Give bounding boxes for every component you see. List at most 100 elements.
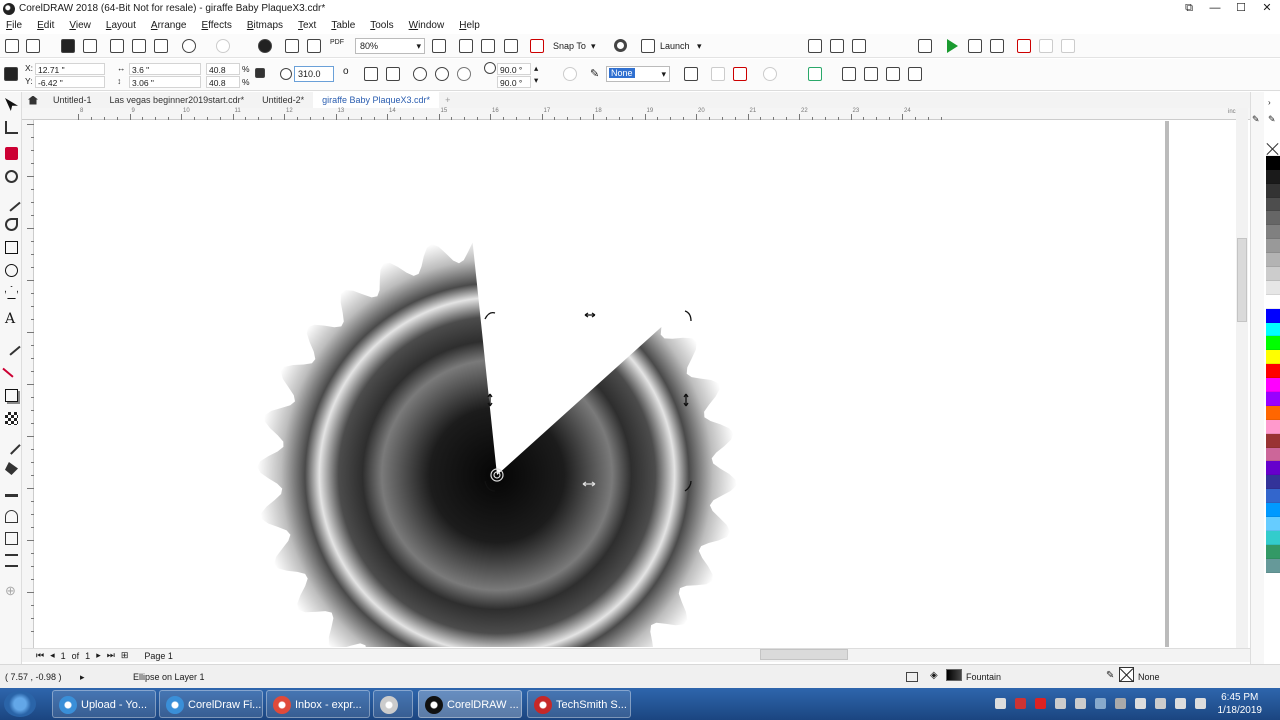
to-back-icon[interactable] (733, 67, 747, 81)
no-color-swatch[interactable] (1266, 142, 1280, 156)
polygon-tool-icon[interactable] (5, 286, 18, 299)
vertical-scrollbar[interactable] (1236, 108, 1248, 648)
taskbar-item-inbox[interactable]: Inbox - expr... (266, 690, 370, 718)
outline-width-select[interactable]: None ▾ (606, 66, 670, 82)
ellipse-icon[interactable] (413, 67, 427, 81)
palette-swatch[interactable] (1266, 294, 1280, 309)
search-content-icon[interactable] (258, 39, 272, 53)
bluetooth-icon[interactable] (1095, 698, 1106, 709)
palette-swatch[interactable] (1266, 183, 1280, 198)
add-tab-icon[interactable]: + (439, 95, 456, 105)
show-rulers-icon[interactable] (459, 39, 473, 53)
full-screen-icon[interactable] (432, 39, 446, 53)
parallel-dimension-icon[interactable] (2, 337, 21, 356)
cut-icon[interactable] (110, 39, 124, 53)
scale-height-field[interactable]: 40.8 (206, 76, 240, 88)
add-page-icon[interactable]: ⊞ (121, 650, 129, 661)
palette-swatch[interactable] (1266, 197, 1280, 212)
application-launcher-icon[interactable] (641, 39, 655, 53)
ellipse-tool-icon[interactable] (5, 264, 18, 277)
tray-icon[interactable] (1155, 698, 1166, 709)
skew-handle-top[interactable] (584, 312, 596, 318)
undo-icon[interactable] (182, 39, 196, 53)
convert-to-curves-icon[interactable] (808, 67, 822, 81)
width-field[interactable]: 3.6 " (129, 63, 201, 75)
text-tool-icon[interactable]: A (5, 312, 18, 326)
prev-page-icon[interactable]: ◂ (50, 650, 55, 661)
palette-swatch[interactable] (1266, 211, 1280, 226)
rectangle-tool-icon[interactable] (5, 241, 18, 254)
palette-tools-icon[interactable]: ✎ (1268, 114, 1276, 125)
menu-text[interactable]: Text (298, 20, 316, 31)
weld-icon[interactable] (842, 67, 856, 81)
fill-bucket-icon[interactable]: ◈ (930, 670, 938, 681)
menu-edit[interactable]: Edit (37, 20, 54, 31)
tray-icon[interactable] (1195, 698, 1206, 709)
drawing-canvas[interactable] (35, 121, 1248, 647)
fill-icon[interactable] (5, 532, 18, 545)
rotate-handle-top-left[interactable] (484, 311, 496, 320)
menu-arrange[interactable]: Arrange (151, 20, 187, 31)
wrap-text-icon[interactable] (684, 67, 698, 81)
tray-app-icon[interactable] (1015, 698, 1026, 709)
outline-pen-icon[interactable]: ✎ (1106, 670, 1114, 681)
eyedropper-icon[interactable] (2, 436, 21, 455)
drop-shadow-icon[interactable] (5, 389, 18, 402)
close-button[interactable]: ✕ (1254, 0, 1280, 17)
palette-swatch[interactable] (1266, 558, 1280, 573)
zoom-level-select[interactable]: 80% ▾ (355, 38, 425, 54)
taskbar-item-upload[interactable]: Upload - Yo... (52, 690, 156, 718)
tab-untitled-2[interactable]: Untitled-2* (253, 92, 313, 108)
menu-view[interactable]: View (69, 20, 91, 31)
palette-swatch[interactable] (1266, 280, 1280, 295)
scale-width-field[interactable]: 40.8 (206, 63, 240, 75)
status-expand-icon[interactable]: ▸ (80, 672, 85, 683)
rotate-handle-top-right[interactable] (684, 310, 692, 322)
pause-icon[interactable] (1039, 39, 1053, 53)
palette-swatch[interactable] (1266, 475, 1280, 490)
export-icon[interactable] (307, 39, 321, 53)
scalloped-plaque-shape[interactable] (257, 242, 737, 648)
alignment-guides-icon[interactable] (530, 39, 544, 53)
arc-icon[interactable] (457, 67, 471, 81)
palette-swatch[interactable] (1266, 225, 1280, 240)
simplify-icon[interactable] (908, 67, 922, 81)
restore-layout-icon[interactable]: ⧉ (1176, 0, 1202, 17)
palette-swatch[interactable] (1266, 489, 1280, 504)
palette-swatch[interactable] (1266, 447, 1280, 462)
macro-editor-icon[interactable] (990, 39, 1004, 53)
spin-up-icon[interactable]: ▴ (534, 63, 538, 74)
menu-file[interactable]: File (6, 20, 22, 31)
palette-swatch[interactable] (1266, 336, 1280, 351)
print-icon[interactable] (83, 39, 97, 53)
y-position-field[interactable]: -6.42 " (35, 76, 105, 88)
trim-icon[interactable] (864, 67, 878, 81)
run-macro-icon[interactable] (947, 39, 958, 53)
minimize-button[interactable]: — (1202, 0, 1228, 17)
paste-icon[interactable] (154, 39, 168, 53)
vertical-scroll-thumb[interactable] (1237, 238, 1247, 322)
step-icon[interactable] (1061, 39, 1075, 53)
maximize-button[interactable]: ☐ (1228, 0, 1254, 17)
new-document-icon[interactable] (5, 39, 19, 53)
snap-to-dropdown[interactable]: Snap To (553, 41, 586, 51)
last-page-icon[interactable]: ⏭ (107, 650, 115, 661)
quick-customize-icon[interactable] (763, 67, 777, 81)
palette-swatch[interactable] (1266, 544, 1280, 559)
zoom-tool-icon[interactable] (5, 170, 18, 183)
palette-swatch[interactable] (1266, 517, 1280, 531)
menu-layout[interactable]: Layout (106, 20, 136, 31)
taskbar-item-app[interactable] (373, 690, 413, 718)
home-icon[interactable] (28, 95, 38, 105)
palette-swatch[interactable] (1266, 253, 1280, 268)
security-icon[interactable] (1115, 698, 1126, 709)
text-properties-icon[interactable] (808, 39, 822, 53)
launch-dropdown[interactable]: Launch (660, 41, 690, 51)
taskbar-item-techsmith[interactable]: TechSmith S... (527, 690, 631, 718)
palette-swatch[interactable] (1266, 155, 1280, 170)
acrobat-icon[interactable] (1035, 698, 1046, 709)
mirror-horizontal-icon[interactable] (364, 67, 378, 81)
find-replace-icon[interactable] (852, 39, 866, 53)
interactive-fill-icon[interactable] (5, 462, 18, 475)
drawing-artwork[interactable] (35, 121, 1248, 647)
